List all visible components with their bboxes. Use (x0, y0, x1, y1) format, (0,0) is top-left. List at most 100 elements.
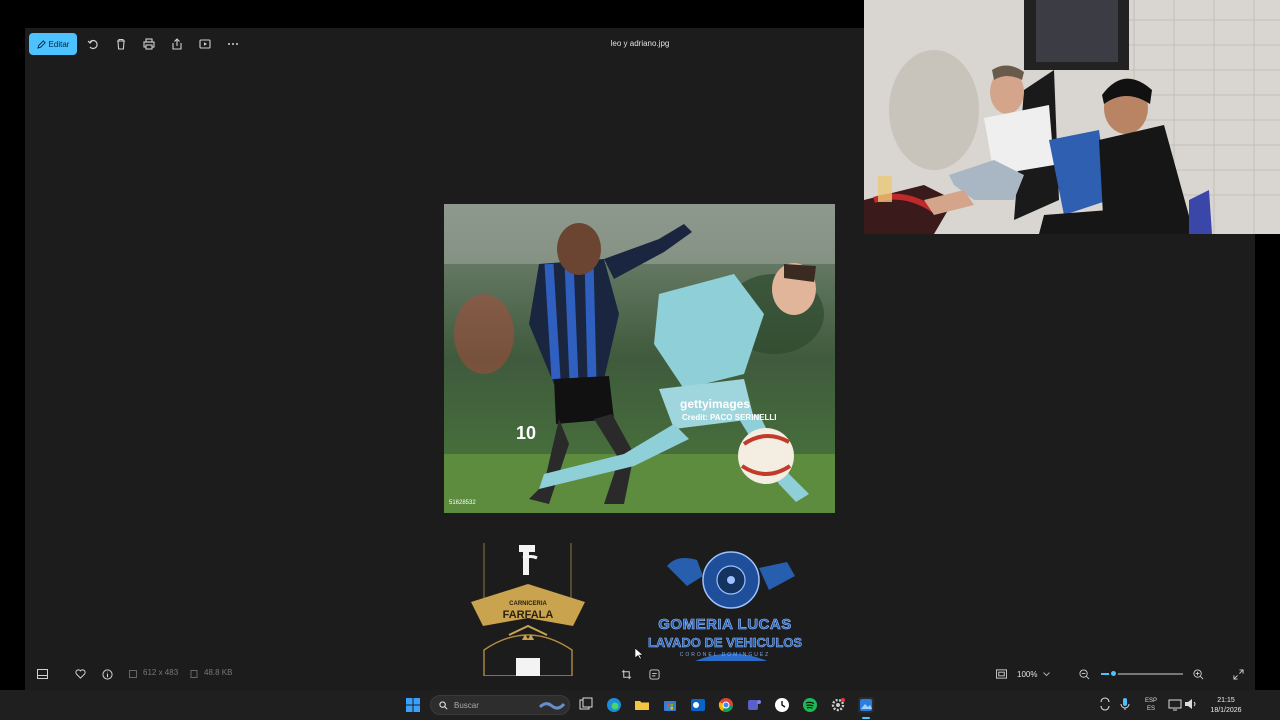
language-code: ESP (1144, 698, 1157, 704)
file-info-button[interactable] (100, 667, 114, 681)
photos-icon (860, 699, 872, 711)
info-icon (101, 668, 113, 680)
zoom-slider-thumb[interactable] (1108, 669, 1118, 678)
main-photo[interactable]: 10 gettyimages Credit: PACO SERINELLI 51… (444, 204, 835, 513)
pencil-icon (36, 39, 46, 49)
edit-button-label: Editar (48, 39, 70, 49)
store-icon (664, 701, 676, 711)
webcam-video-image (864, 0, 1280, 234)
taskbar-clock[interactable]: 21:15 18/1/2026 (1200, 696, 1252, 716)
jersey-number-text: 10 (516, 423, 536, 443)
zoom-out-button[interactable] (1077, 667, 1091, 681)
visual-search-button[interactable] (647, 667, 661, 681)
visual-search-icon (648, 668, 660, 680)
gear-icon (831, 698, 845, 712)
file-size-icon (190, 670, 198, 678)
crop-button[interactable] (619, 667, 633, 681)
fit-window-icon (995, 669, 1007, 679)
zoom-out-icon (1078, 668, 1089, 679)
network-tray-button[interactable] (1168, 697, 1184, 713)
sync-tray-button[interactable] (1098, 697, 1114, 713)
active-app-indicator (862, 717, 870, 719)
search-placeholder: Buscar (454, 700, 479, 710)
edit-button[interactable]: Editar (29, 33, 77, 55)
gomeria-lucas-logo: GOMERIA LUCAS LAVADO DE VEHICULOS CORONE… (637, 546, 813, 666)
chrome-icon (718, 698, 733, 712)
taskbar-search[interactable]: Buscar (430, 695, 570, 715)
chrome-button[interactable] (718, 697, 734, 713)
photo-credit: Credit: PACO SERINELLI (682, 413, 777, 422)
getty-watermark: gettyimages (680, 397, 751, 411)
clock-app-button[interactable] (774, 697, 790, 713)
microphone-tray-button[interactable] (1118, 697, 1134, 713)
spotify-icon (803, 698, 817, 712)
zoom-in-icon (1192, 668, 1203, 679)
delete-button[interactable] (110, 33, 132, 55)
photo-id: 51628532 (449, 500, 476, 506)
dimensions-icon (129, 670, 137, 678)
slideshow-icon (199, 39, 211, 49)
farfala-subtitle: CARNICERIA (509, 601, 547, 607)
file-size: 48.8 KB (204, 668, 233, 677)
heart-icon (74, 669, 86, 679)
rotate-button[interactable] (82, 33, 104, 55)
photos-app-button[interactable] (858, 697, 874, 713)
microphone-icon (1120, 698, 1130, 710)
viewer-bottom-bar: 612 x 483 48.8 KB 100% (25, 658, 1255, 690)
gomeria-line2: LAVADO DE VEHICULOS (647, 635, 803, 651)
zoom-dropdown[interactable]: 100% (1017, 667, 1067, 681)
speaker-icon (1185, 699, 1196, 709)
language-indicator[interactable]: ESP ES (1140, 697, 1162, 713)
expand-icon (1232, 668, 1244, 680)
share-icon (172, 38, 182, 50)
task-view-button[interactable] (578, 697, 594, 713)
image-dimensions: 612 x 483 (143, 668, 179, 677)
store-button[interactable] (662, 697, 678, 713)
filmstrip-icon (36, 669, 48, 679)
outlook-icon (691, 699, 705, 711)
favorite-button[interactable] (73, 667, 87, 681)
outlook-button[interactable] (690, 697, 706, 713)
fit-to-window-button[interactable] (994, 667, 1008, 681)
farfala-emblem-image (471, 543, 585, 677)
search-highlight-icon (538, 702, 566, 710)
clock-icon (775, 698, 789, 712)
task-view-icon (579, 697, 593, 710)
settings-button[interactable] (830, 697, 846, 713)
gomeria-line1: GOMERIA LUCAS (658, 616, 792, 634)
full-screen-button[interactable] (1231, 667, 1245, 681)
folder-icon (635, 701, 649, 710)
clock-date: 18/1/2026 (1210, 707, 1242, 714)
network-icon (1168, 699, 1182, 711)
file-explorer-button[interactable] (634, 697, 650, 713)
football-photo-image: 10 (444, 204, 835, 513)
zoom-in-button[interactable] (1191, 667, 1205, 681)
edge-icon (607, 698, 621, 712)
search-icon (439, 700, 448, 709)
sync-icon (1100, 697, 1110, 711)
rotate-icon (87, 39, 98, 50)
screen: Editar leo y adriano.jpg 10 gettyimages … (0, 0, 1280, 720)
carniceria-farfala-logo: CARNICERIA FARFALA (469, 540, 587, 677)
windows-logo-icon (406, 698, 420, 712)
more-options-button[interactable] (222, 33, 244, 55)
slideshow-button[interactable] (194, 33, 216, 55)
teams-button[interactable] (746, 697, 762, 713)
spotify-button[interactable] (802, 697, 818, 713)
file-name-title: leo y adriano.jpg (610, 39, 670, 48)
delete-icon (117, 38, 125, 50)
print-icon (143, 38, 155, 50)
crop-icon (621, 669, 631, 679)
keyboard-layout: ES (1146, 706, 1155, 712)
start-button[interactable] (405, 697, 421, 713)
farfala-name: FARFALA (502, 609, 554, 621)
share-button[interactable] (166, 33, 188, 55)
print-button[interactable] (138, 33, 160, 55)
teams-icon (748, 700, 761, 710)
volume-tray-button[interactable] (1184, 697, 1200, 713)
zoom-slider[interactable] (1101, 669, 1183, 678)
filmstrip-toggle-button[interactable] (35, 667, 49, 681)
webcam-overlay (864, 0, 1280, 234)
clock-time: 21:15 (1217, 697, 1235, 704)
edge-button[interactable] (606, 697, 622, 713)
